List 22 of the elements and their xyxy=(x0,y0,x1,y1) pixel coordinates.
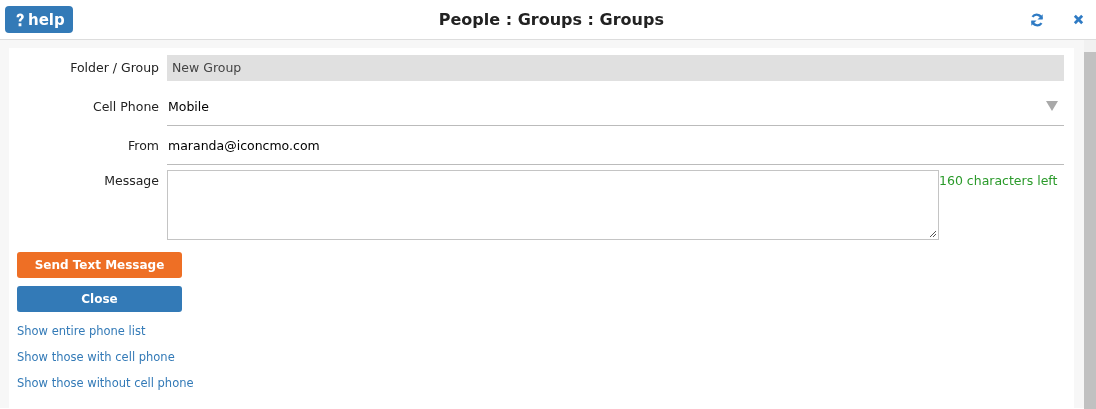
from-field[interactable]: maranda@iconcmo.com xyxy=(167,126,1064,165)
message-field[interactable] xyxy=(167,170,939,240)
field-label: Folder / Group xyxy=(69,60,160,75)
window-title: People : Groups : Groups xyxy=(437,10,665,29)
scrollbar[interactable] xyxy=(1084,40,1096,408)
close-icon[interactable] xyxy=(1073,14,1084,25)
character-counter: 160 characters left xyxy=(939,173,1058,188)
field-label: From xyxy=(127,138,160,153)
filter-link[interactable]: Show entire phone list xyxy=(17,324,146,338)
filter-link[interactable]: Show those without cell phone xyxy=(17,376,194,390)
field-label: Message xyxy=(103,172,160,188)
group-field: New Group xyxy=(167,54,1064,81)
filter-link[interactable]: Show those with cell phone xyxy=(17,350,175,364)
action-button[interactable]: Close xyxy=(17,286,182,312)
dropdown-arrow-icon xyxy=(1046,101,1058,111)
resize-grip-icon[interactable] xyxy=(929,230,937,238)
field-label: Cell Phone xyxy=(91,99,160,114)
refresh-icon[interactable] xyxy=(1030,12,1044,27)
phone-dropdown[interactable]: Mobile xyxy=(167,87,1064,126)
question-mark-icon xyxy=(15,12,25,27)
action-button[interactable]: Send Text Message xyxy=(17,252,182,278)
help-button[interactable]: help xyxy=(5,6,73,33)
